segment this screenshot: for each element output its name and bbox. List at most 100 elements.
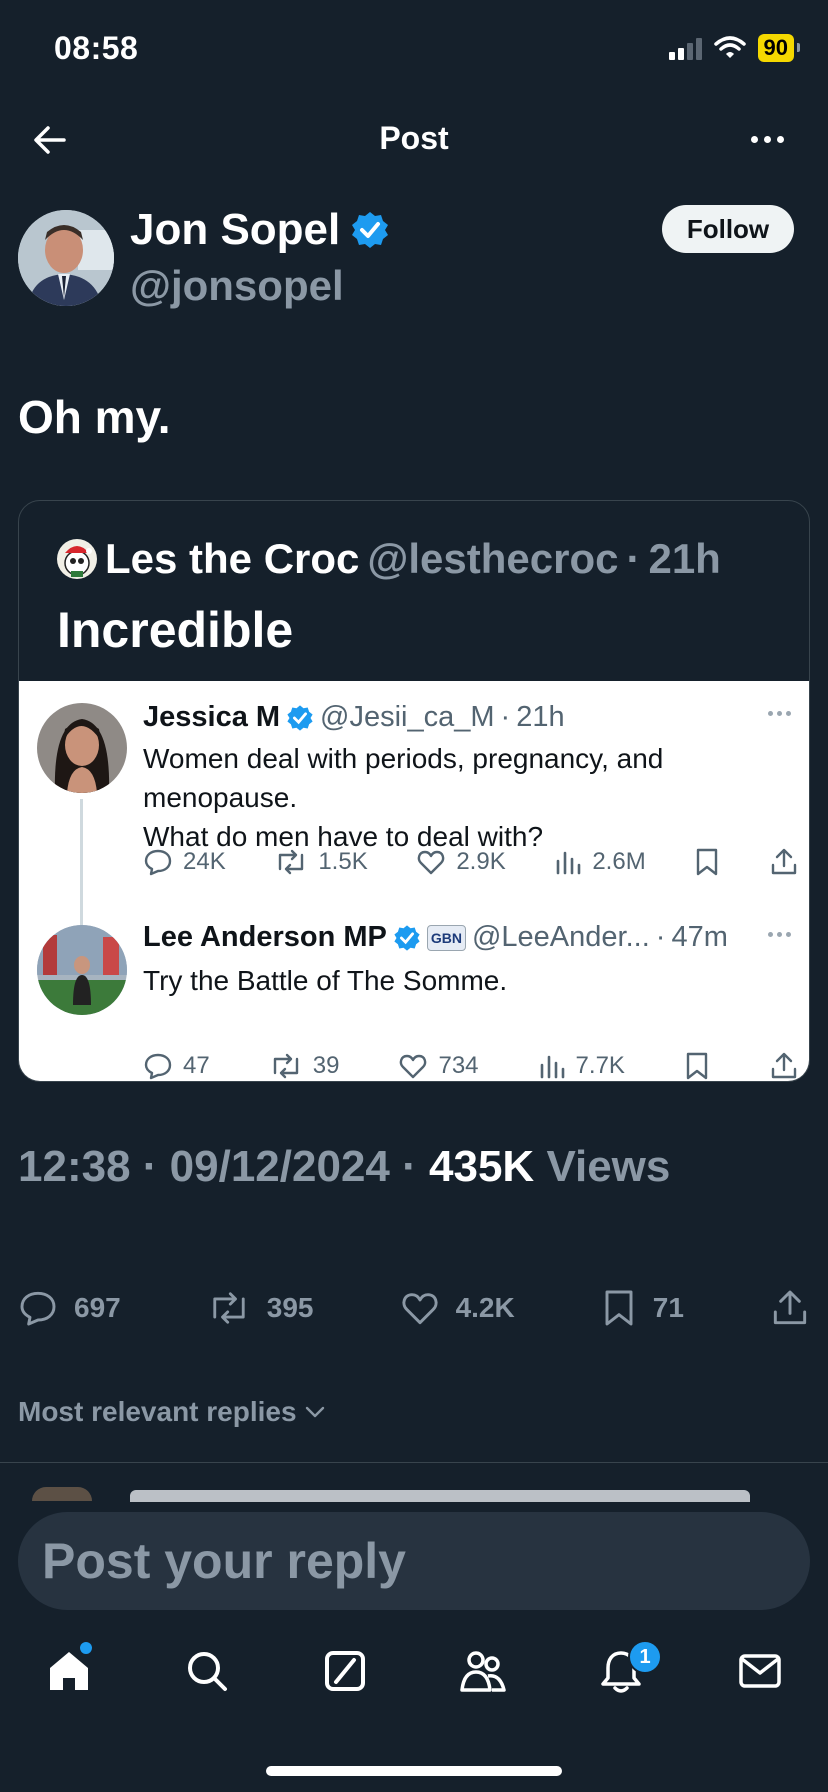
views-count[interactable]: 435K: [429, 1142, 534, 1191]
battery-indicator: 90: [757, 34, 801, 62]
tweet1-views-count: 2.6M: [592, 848, 646, 875]
tweet1-more-icon: [768, 711, 791, 716]
home-unread-dot: [80, 1642, 92, 1654]
reply-input-placeholder: Post your reply: [42, 1533, 406, 1589]
author-name[interactable]: Jon Sopel: [130, 205, 390, 255]
quoted-author-avatar: [57, 539, 97, 579]
post-text: Oh my.: [18, 391, 171, 443]
lee-avatar: [37, 925, 127, 1015]
likes-count: 4.2K: [455, 1292, 515, 1323]
tweet1-header: Jessica M @Jesii_ca_M · 21h: [143, 701, 565, 733]
home-indicator: [266, 1766, 562, 1776]
tweet1-views: 2.6M: [554, 847, 646, 877]
tweet2-name: Lee Anderson MP: [143, 921, 387, 953]
repost-icon: [279, 849, 304, 875]
repost-button[interactable]: 395: [207, 1288, 314, 1328]
heart-icon: [400, 1054, 427, 1079]
tweet1-line: menopause.: [143, 782, 298, 813]
tweet1-actions: 24K 1.5K 2.9K 2.6M: [143, 847, 799, 877]
reply-icon: [144, 849, 172, 876]
author-name-text: Jon Sopel: [130, 205, 341, 254]
tweet2-more-icon: [768, 932, 791, 937]
author-photo: [18, 210, 114, 306]
tweet1-line: Women deal with periods, pregnancy, and: [143, 743, 664, 774]
heart-icon: [418, 850, 445, 875]
home-icon: [50, 1652, 88, 1690]
share-icon: [771, 848, 797, 875]
quoted-post-time: 21h: [648, 535, 721, 582]
verified-badge-icon: [352, 212, 389, 248]
status-icons: 90: [668, 34, 801, 62]
author-handle[interactable]: @jonsopel: [130, 262, 344, 310]
post-date: 09/12/2024: [169, 1142, 390, 1191]
page-title: Post: [379, 120, 449, 156]
post-time: 12:38: [18, 1142, 131, 1191]
tweet1-text: Women deal with periods, pregnancy, and …: [143, 739, 663, 856]
bookmark-button[interactable]: 71: [601, 1288, 684, 1328]
status-time: 08:58: [54, 30, 139, 66]
reply-input[interactable]: Post your reply: [18, 1512, 810, 1610]
follow-button[interactable]: Follow: [662, 205, 794, 253]
jessica-avatar: [37, 703, 127, 793]
quoted-author-handle: @lesthecroc: [367, 535, 619, 582]
views-icon: [540, 1055, 564, 1079]
tweet1-replies: 24K: [143, 847, 226, 877]
tweet1-reposts: 1.5K: [274, 847, 368, 877]
post-timestamp: 12:38 · 09/12/2024 · 435K Views: [18, 1142, 671, 1191]
bookmark-icon: [686, 1052, 708, 1080]
reply-button[interactable]: 697: [18, 1288, 121, 1328]
heart-icon: [402, 1293, 438, 1325]
next-reply-avatar-peek: [32, 1487, 92, 1501]
reposts-count: 395: [266, 1292, 314, 1323]
bookmark-icon: [697, 848, 718, 876]
signal-icon: [668, 36, 702, 60]
replies-sort-dropdown[interactable]: Most relevant replies: [18, 1396, 327, 1428]
tab-search[interactable]: [184, 1648, 230, 1694]
next-reply-text-peek: [130, 1490, 750, 1502]
like-button[interactable]: 4.2K: [400, 1288, 515, 1328]
share-button[interactable]: [770, 1288, 810, 1328]
tweet2-replies-count: 47: [183, 1052, 210, 1079]
tweet2-reposts-count: 39: [312, 1052, 340, 1079]
tweet2-likes: 734: [398, 1051, 479, 1081]
mail-icon: [739, 1654, 781, 1688]
affiliate-badge: GBN: [426, 924, 466, 951]
tweet2-text: Try the Battle of The Somme.: [143, 965, 508, 996]
replies-sort-label: Most relevant replies: [18, 1396, 297, 1427]
tab-grok[interactable]: [322, 1648, 368, 1694]
separator-dot: ·: [626, 535, 641, 582]
tweet1-likes: 2.9K: [416, 847, 506, 877]
author-avatar[interactable]: [18, 210, 114, 306]
tab-home[interactable]: [46, 1648, 92, 1694]
tab-communities[interactable]: [458, 1648, 508, 1694]
grok-icon: [325, 1651, 365, 1691]
bookmark-icon: [605, 1290, 633, 1326]
engagement-bar: 697 395 4.2K 71: [18, 1288, 810, 1328]
quoted-screenshot-image: Jessica M @Jesii_ca_M · 21h Women deal w…: [19, 681, 809, 1081]
quoted-post-card[interactable]: Les the Croc @lesthecroc · 21h Incredibl…: [18, 500, 810, 1082]
reply-icon: [20, 1291, 56, 1326]
quoted-author-name: Les the Croc: [105, 535, 360, 582]
bookmarks-count: 71: [652, 1292, 684, 1323]
tweet2-reposts: 39: [269, 1051, 340, 1081]
tweet1-name: Jessica M: [143, 701, 281, 733]
chevron-down-icon: [305, 1406, 324, 1418]
tweet2-views-count: 7.7K: [575, 1052, 625, 1079]
reply-icon: [144, 1053, 172, 1080]
tweet1-reposts-count: 1.5K: [318, 848, 368, 875]
tweet2-views: 7.7K: [538, 1051, 625, 1081]
tweet2-likes-count: 734: [438, 1052, 479, 1079]
verified-badge-icon: [394, 924, 420, 951]
views-label: Views: [546, 1142, 671, 1191]
tweet2-handle: @LeeAnder...: [471, 921, 650, 953]
wifi-icon: [713, 36, 746, 58]
communities-icon: [460, 1651, 506, 1692]
tweet1-handle: @Jesii_ca_M: [320, 701, 495, 733]
share-icon: [771, 1052, 797, 1079]
tab-messages[interactable]: [738, 1648, 782, 1694]
more-options-button[interactable]: [751, 136, 784, 143]
tweet2-replies: 47: [143, 1051, 210, 1081]
replies-count: 697: [74, 1292, 121, 1323]
quoted-post-header: Les the Croc @lesthecroc · 21h: [57, 535, 721, 583]
quoted-post-text: Incredible: [57, 602, 294, 658]
